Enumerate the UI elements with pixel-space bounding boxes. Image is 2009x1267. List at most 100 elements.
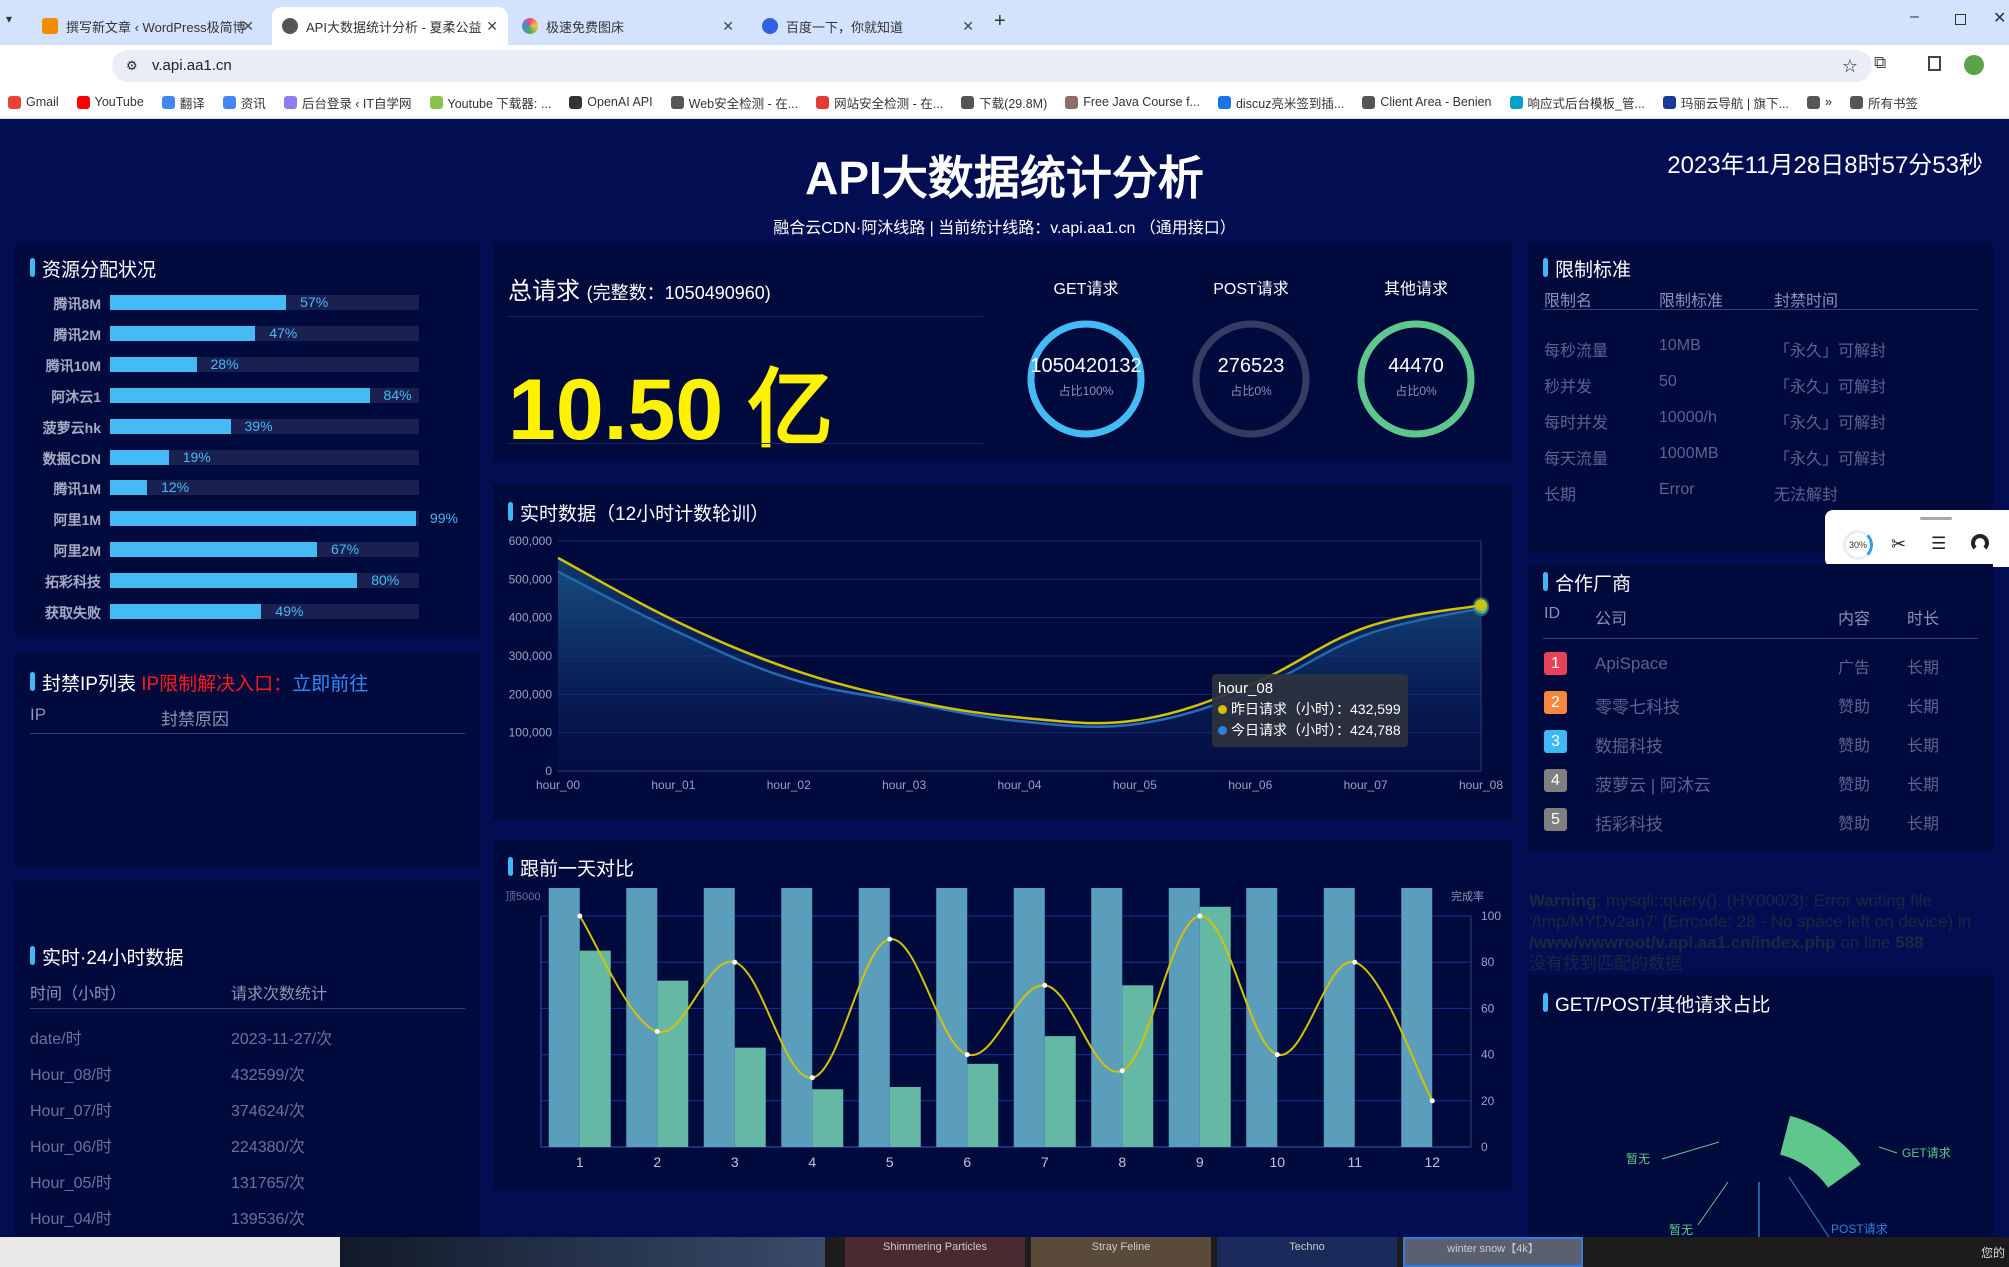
taskbar-item[interactable]: Shimmering Particles [845,1237,1025,1267]
total-requests-panel: 总请求 (完整数：1050490960) 10.50 亿 GET请求 10504… [493,243,1512,461]
go-now-link[interactable]: 立即前往 [292,674,368,695]
partner-duration: 长期 [1907,699,1940,716]
close-tab-icon[interactable]: ✕ [486,18,498,35]
bookmark-star-icon[interactable]: ☆ [1842,50,1858,82]
bookmark-item[interactable]: Free Java Course f... [1065,95,1200,109]
gauge-value: 44470 [1388,355,1444,377]
close-tab-icon[interactable]: ✕ [722,18,734,35]
x-tick-label: hour_04 [997,778,1041,792]
new-tab-button[interactable]: + [994,10,1006,33]
sidepanel-icon[interactable] [1928,56,1941,71]
y-tick-label: 40 [1481,1048,1495,1062]
tab-api-stats[interactable]: API大数据统计分析 - 夏柔公益 ✕ [272,7,508,45]
bookmark-item[interactable]: 玛丽云导航 | 旗下... [1662,93,1789,112]
limit-cell: 「永久」可解封 [1774,343,1887,360]
gauge-label: 其他请求 [1383,281,1448,298]
panel-title: 实时·24小时数据 [30,943,183,970]
tooltip-line-yesterday: 昨日请求（小时）：432,599 [1218,699,1402,720]
bar-left [1246,888,1278,1147]
notes-icon[interactable]: ☰ [1931,534,1946,554]
x-tick-label: 12 [1424,1154,1440,1170]
bookmark-item[interactable]: Youtube 下载器: ... [429,93,551,112]
tab-wordpress[interactable]: 撰写新文章 ‹ WordPress极简博 ✕ [32,7,264,45]
limit-cell: 「永久」可解封 [1774,451,1887,468]
bar-right [579,950,611,1147]
y-tick-label: 60 [1481,1001,1495,1015]
gauge-ratio: 占比0% [1230,384,1272,398]
ratio-pie-chart: GET请求POST请求暂无暂无 [1626,1115,1951,1237]
partner-duration: 长期 [1907,777,1940,794]
column-header-count: 请求次数统计 [231,986,328,1003]
column-header-ip: IP [30,705,47,724]
y-tick-label: 600,000 [509,534,553,548]
bookmark-item[interactable]: Web安全检测 - 在... [670,93,798,112]
rate-point [1042,982,1048,988]
hour-cell-count: 139536/次 [231,1211,305,1228]
resource-bar-fill [110,356,197,372]
y-tick-label: 20 [1481,1094,1495,1108]
rate-point [1197,913,1203,919]
partner-content: 赞助 [1838,816,1871,833]
gauge-ratio: 占比100% [1058,384,1114,398]
hour-cell-count: 2023-11-27/次 [231,1031,333,1048]
divider [508,443,983,444]
bookmark-favicon-icon [1807,95,1821,109]
rate-point [1429,1098,1435,1104]
bookmark-item[interactable]: » [1807,95,1832,109]
total-full-count: (完整数：1050490960) [586,283,771,303]
bookmark-favicon-icon [1065,95,1079,109]
bookmark-favicon-icon [161,95,175,109]
bookmark-item[interactable]: 下载(29.8M) [961,93,1047,112]
profile-avatar[interactable] [1964,55,1984,75]
taskbar-item[interactable]: Stray Feline [1031,1237,1211,1267]
partner-column-header: ID [1544,605,1560,622]
bookmark-item[interactable]: YouTube [76,95,144,109]
limit-cell: 「永久」可解封 [1774,415,1887,432]
bookmark-item[interactable]: 资讯 [222,93,266,112]
taskbar-item[interactable]: winter snow【4k】 [1403,1237,1583,1267]
taskbar-item[interactable]: Techno [1217,1237,1397,1267]
site-info-icon[interactable]: ⚙ [126,50,138,82]
tab-image-host[interactable]: 极速免费图床 ✕ [512,7,744,45]
hour-cell-count: 432599/次 [231,1067,305,1084]
bookmark-item[interactable]: Gmail [8,95,59,109]
close-tab-icon[interactable]: ✕ [962,18,974,35]
x-tick-label: hour_00 [536,778,580,792]
resource-label: 菠萝云hk [42,419,101,436]
bookmark-item[interactable]: discuz亮米签到插... [1217,93,1344,112]
x-tick-label: hour_02 [767,778,811,792]
limit-cell: Error [1659,481,1695,498]
extensions-icon[interactable]: ⧉ [1874,53,1886,73]
bookmark-item[interactable]: OpenAI API [569,95,653,109]
rate-point [964,1052,970,1058]
x-tick-label: 2 [653,1154,661,1170]
bar-left [781,888,813,1147]
realtime-chart-panel: 实时数据（12小时计数轮训） 0 100,000 200,000 300,000 400… [493,484,1512,820]
progress-ring-icon[interactable]: 30% [1843,530,1873,560]
edge-icon[interactable] [1971,534,1989,552]
drag-handle[interactable] [1920,517,1952,520]
minimize-button[interactable]: – [1910,8,1919,26]
bookmark-item[interactable]: Client Area - Benien [1362,95,1492,109]
y-tick-label: 200,000 [509,687,553,701]
url-input[interactable]: v.api.aa1.cn ⚙ ☆ [112,50,1872,82]
close-tab-icon[interactable]: ✕ [242,18,254,35]
x-tick-label: 4 [808,1154,816,1170]
tab-search-button[interactable]: ▾ [6,12,12,26]
bookmark-item[interactable]: 后台登录 ‹ IT自学网 [283,93,412,112]
partner-rank-badge: 4 [1544,769,1567,792]
ip-limit-notice: IP限制解决入口： [141,674,293,695]
tab-baidu[interactable]: 百度一下，你就知道 ✕ [752,7,984,45]
bookmark-item[interactable]: 响应式后台模板_管... [1509,93,1645,112]
resource-label: 腾讯10M [45,357,101,374]
maximize-button[interactable] [1955,14,1966,25]
screenshot-icon[interactable]: ✂ [1891,534,1906,555]
bookmark-item[interactable]: 所有书签 [1849,93,1918,112]
ban-ip-panel: 封禁IP列表 IP限制解决入口：立即前往 IP 封禁原因 [15,652,480,868]
taskbar-left-strip [0,1237,340,1267]
resource-bar-track [110,604,419,619]
resource-bar-fill [110,573,358,589]
close-window-button[interactable]: ✕ [1993,8,2006,28]
bookmark-item[interactable]: 网站安全检测 - 在... [816,93,943,112]
bookmark-item[interactable]: 翻译 [161,93,205,112]
